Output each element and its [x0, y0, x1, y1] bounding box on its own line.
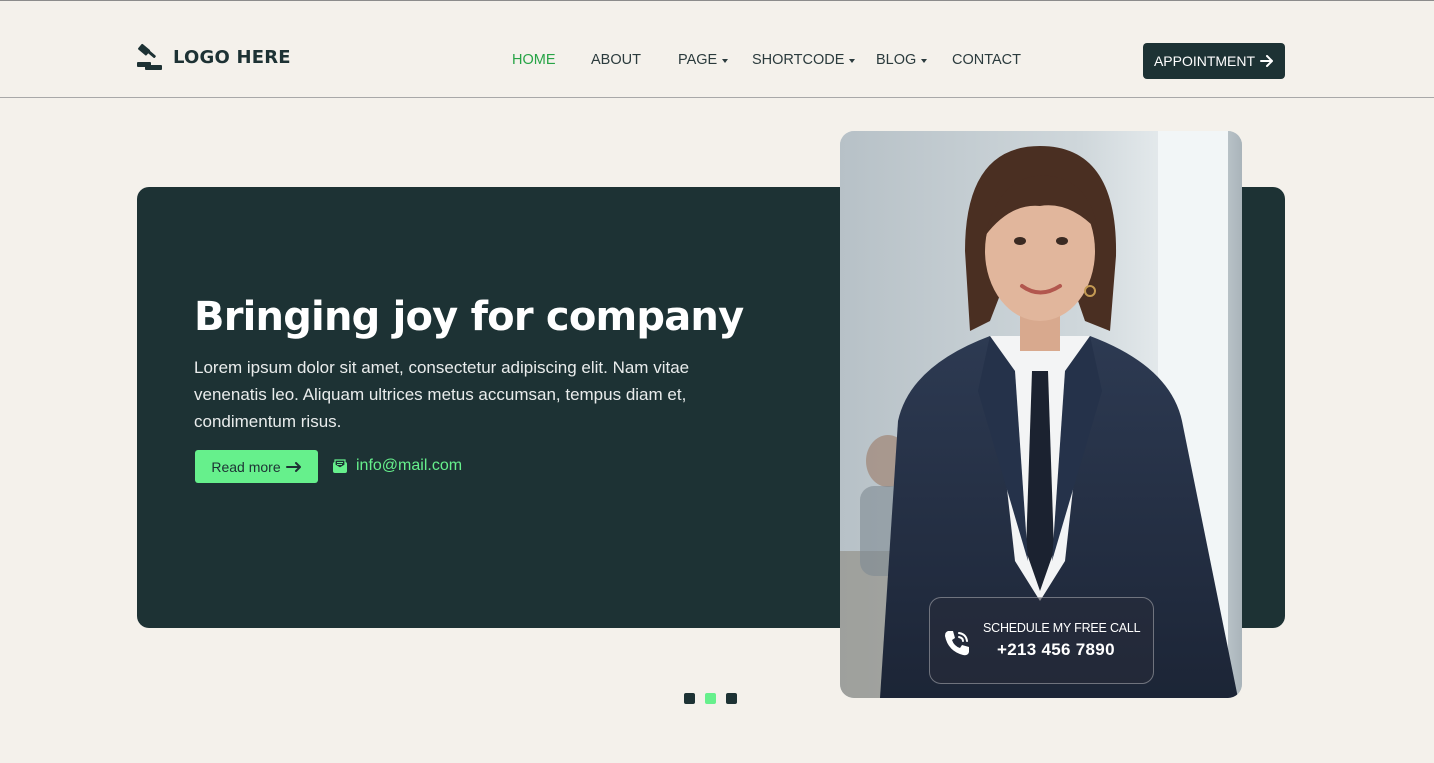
- arrow-right-icon: [285, 461, 301, 472]
- hero-title: Bringing joy for company: [194, 294, 744, 340]
- nav-item-shortcode[interactable]: SHORTCODE: [752, 52, 856, 68]
- slider-dot[interactable]: [684, 693, 695, 704]
- schedule-call-card[interactable]: SCHEDULE MY FREE CALL +213 456 7890: [929, 597, 1154, 684]
- nav-item-page[interactable]: PAGE: [678, 52, 729, 68]
- appointment-button[interactable]: APPOINTMENT: [1143, 43, 1285, 79]
- chevron-down-icon: [849, 59, 856, 63]
- nav-item-label: SHORTCODE: [752, 52, 845, 68]
- slider-dots: [684, 693, 737, 704]
- logo-text: LOGO HERE: [173, 46, 291, 68]
- hero-description: Lorem ipsum dolor sit amet, consectetur …: [194, 358, 690, 431]
- nav-item-label: BLOG: [876, 52, 917, 68]
- schedule-call-label: SCHEDULE MY FREE CALL: [983, 621, 1141, 635]
- chevron-down-icon: [921, 59, 928, 63]
- chevron-down-icon: [722, 59, 729, 63]
- gavel-icon: [137, 43, 162, 70]
- nav-item-blog[interactable]: BLOG: [876, 52, 928, 68]
- envelope-icon: [333, 459, 347, 473]
- phone-number: +213 456 7890: [997, 640, 1115, 659]
- nav-item-about[interactable]: ABOUT: [591, 52, 641, 68]
- phone-icon: [945, 631, 969, 656]
- email-link[interactable]: info@mail.com: [332, 457, 462, 475]
- read-more-label: Read more: [211, 458, 281, 475]
- logo[interactable]: LOGO HERE: [136, 43, 291, 71]
- nav-item-label: HOME: [512, 52, 556, 68]
- site-header: LOGO HERE HOME ABOUT PAGE SHORTCODE BLOG…: [0, 1, 1434, 98]
- slider-dot[interactable]: [726, 693, 737, 704]
- read-more-button[interactable]: Read more: [195, 450, 318, 483]
- slider-dot-active[interactable]: [705, 693, 716, 704]
- nav-item-label: CONTACT: [952, 52, 1022, 68]
- nav-item-label: PAGE: [678, 52, 718, 68]
- arrow-right-icon: [1260, 55, 1274, 67]
- nav-item-home[interactable]: HOME: [512, 52, 556, 68]
- appointment-button-label: APPOINTMENT: [1153, 53, 1256, 69]
- email-text: info@mail.com: [356, 457, 463, 474]
- nav-item-label: ABOUT: [591, 52, 641, 68]
- nav-item-contact[interactable]: CONTACT: [952, 52, 1021, 68]
